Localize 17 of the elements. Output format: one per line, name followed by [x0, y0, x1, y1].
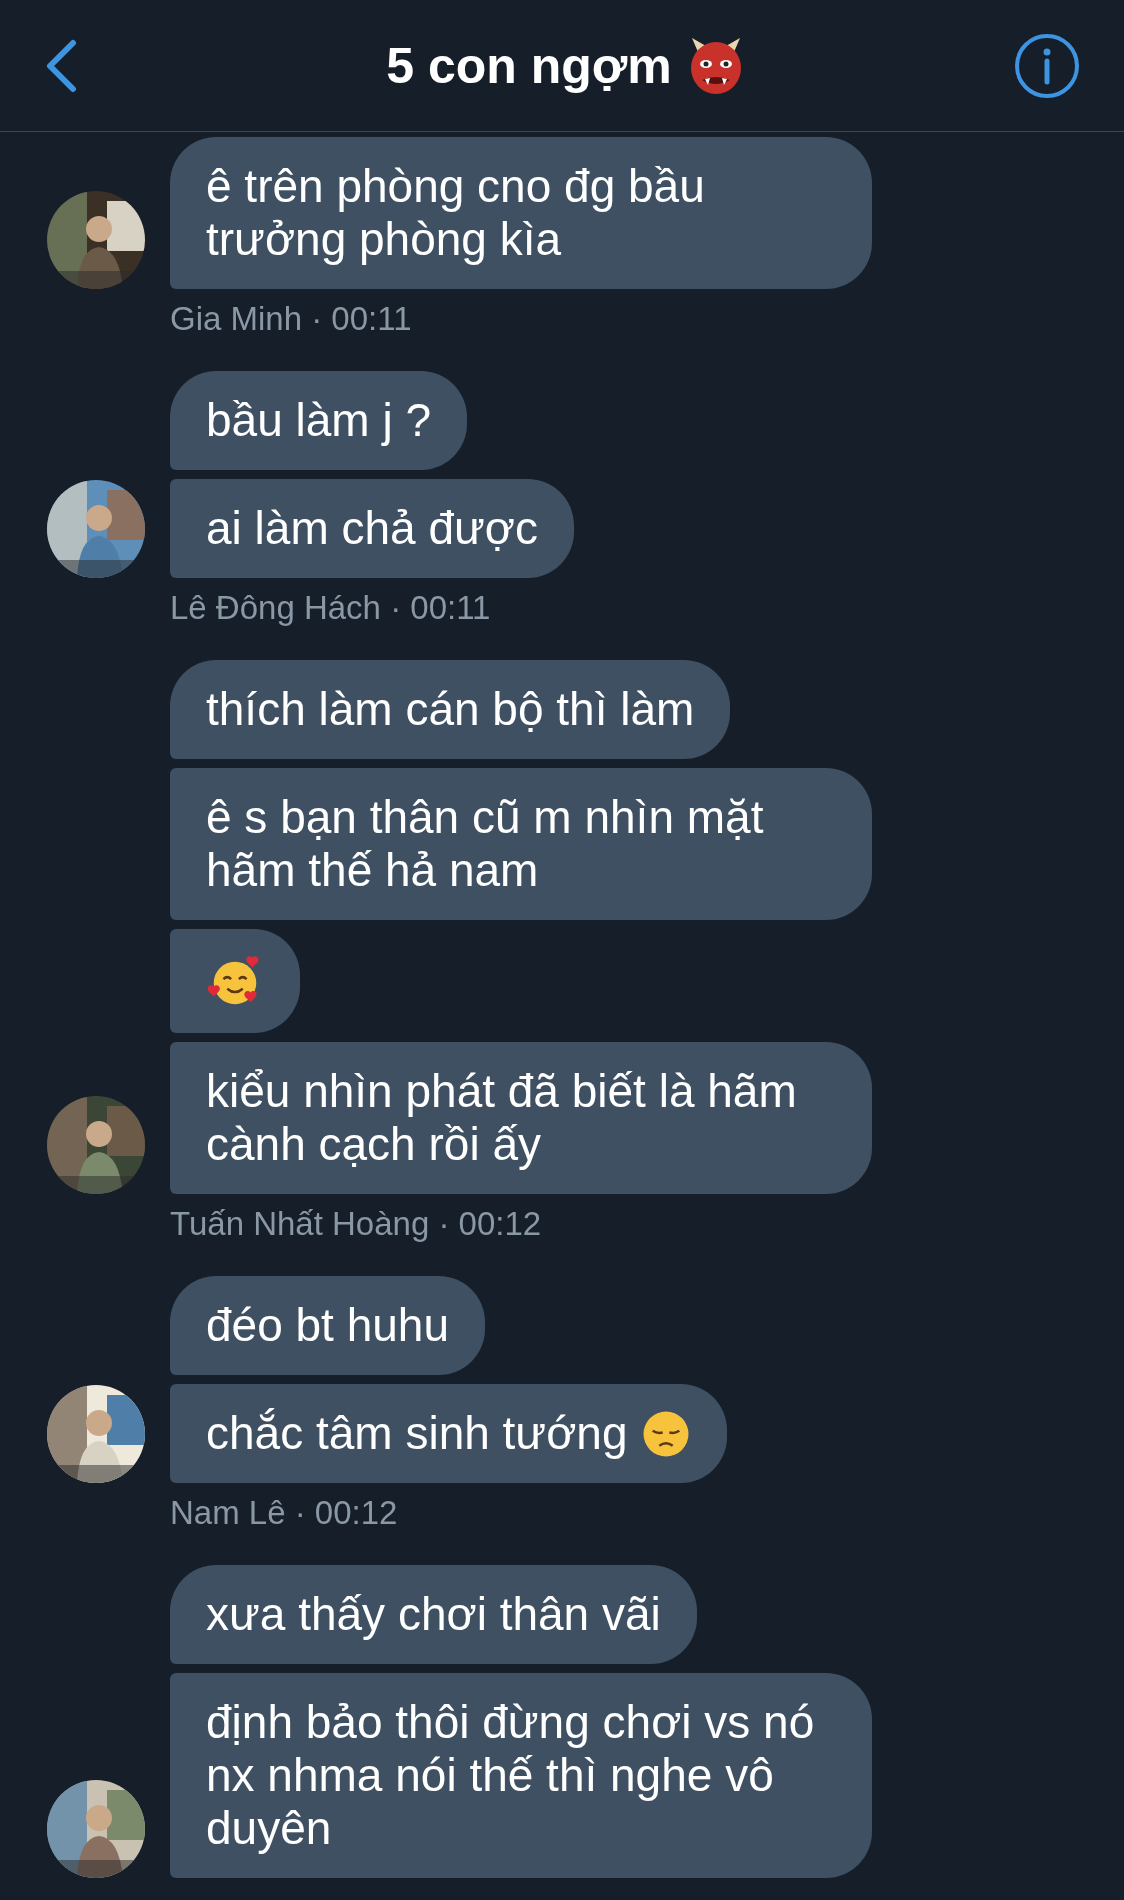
sender-and-time: Lê Đông Hách · 00:11 — [169, 590, 492, 626]
sender-and-time: Tuấn Nhất Hoàng · 00:12 — [169, 1206, 543, 1242]
message-bubble: định bảo thôi đừng chơi vs nó nx nhma nói thế thì nghe vô duyên — [170, 1673, 872, 1878]
message-bubble: đéo bt huhu — [170, 1276, 485, 1375]
message-bubble: bầu làm j ? — [170, 371, 467, 470]
info-icon[interactable] — [1014, 32, 1080, 99]
message-bubble: xưa thấy chơi thân vãi — [170, 1565, 697, 1664]
message-bubble: kiểu nhìn phát đã biết là hãm cành cạch rồi ấy — [170, 1042, 872, 1194]
back-icon[interactable] — [44, 38, 78, 93]
sender-and-time: Gia Minh · 00:11 — [169, 301, 413, 337]
message-bubble: ê s bạn thân cũ m nhìn mặt hãm thế hả nam — [170, 768, 872, 920]
sender-and-time: Nam Lê · 00:12 — [169, 1495, 399, 1531]
message-bubble: chắc tâm sinh tướng — [170, 1384, 728, 1483]
message-bubble: ê trên phòng cno đg bầu trưởng phòng kìa — [170, 137, 872, 289]
message-bubble: ai làm chả được — [170, 479, 574, 578]
chat-title: 5 con ngợm — [386, 36, 672, 95]
message-bubble: thích làm cán bộ thì làm — [170, 660, 731, 759]
